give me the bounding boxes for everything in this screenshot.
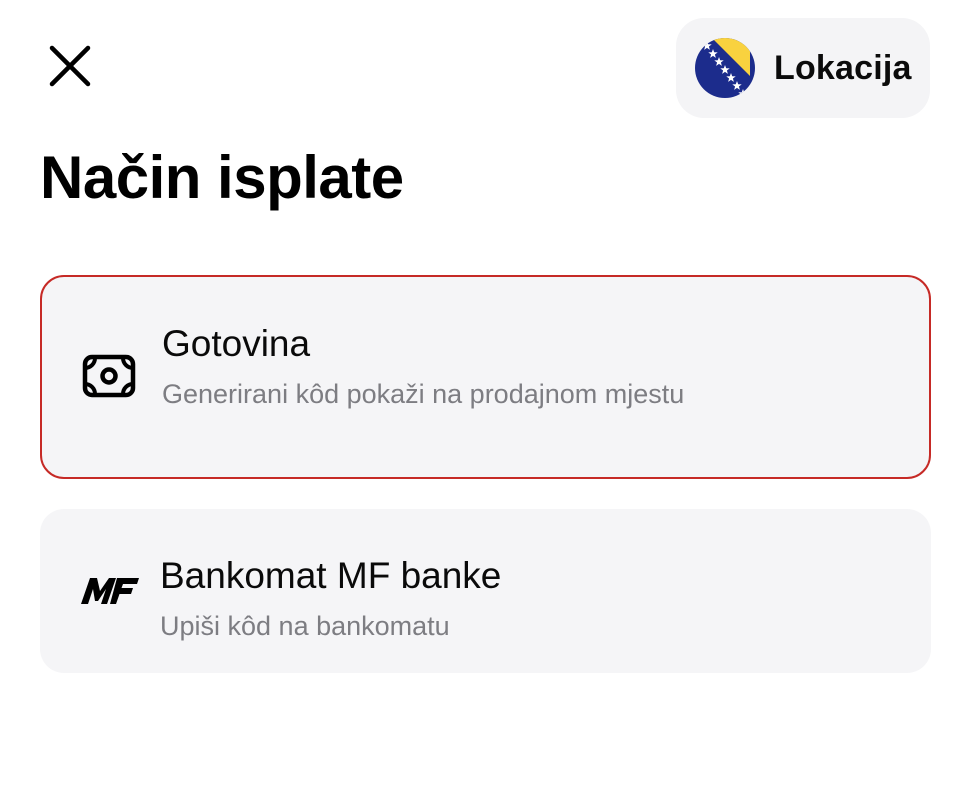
bosnia-herzegovina-flag-icon: [695, 38, 755, 98]
payout-option-cash[interactable]: Gotovina Generirani kôd pokaži na prodaj…: [40, 275, 931, 479]
close-icon: [48, 44, 92, 93]
payout-option-mf-atm[interactable]: Bankomat MF banke Upiši kôd na bankomatu: [40, 509, 931, 673]
option-title: Bankomat MF banke: [160, 555, 502, 596]
option-title: Gotovina: [162, 323, 311, 364]
location-button[interactable]: Lokacija: [676, 18, 930, 118]
option-subtitle: Upiši kôd na bankomatu: [160, 611, 450, 641]
location-label: Lokacija: [774, 48, 912, 87]
close-button[interactable]: [40, 38, 100, 98]
option-subtitle: Generirani kôd pokaži na prodajnom mjest…: [162, 379, 685, 409]
cash-icon: [82, 354, 136, 398]
page-title: Način isplate: [40, 144, 404, 211]
mf-bank-logo-icon: [80, 575, 140, 605]
